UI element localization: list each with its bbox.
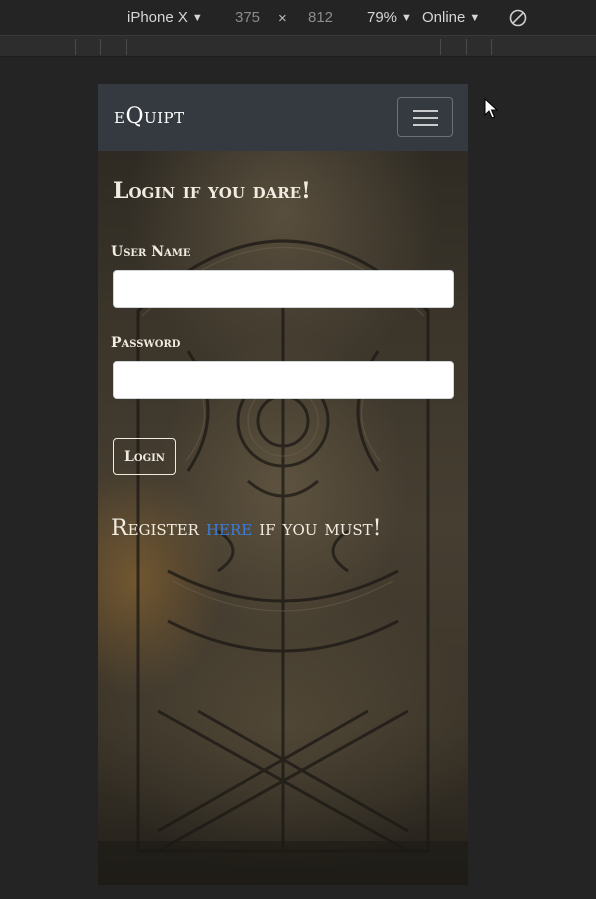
username-label: User Name bbox=[111, 244, 191, 260]
viewport-height-input[interactable]: 812 bbox=[308, 9, 333, 26]
brand-logo[interactable]: eQuipt bbox=[114, 104, 185, 129]
ruler-tick bbox=[75, 39, 76, 55]
zoom-caret-icon: ▼ bbox=[401, 12, 412, 24]
hamburger-line bbox=[413, 117, 438, 119]
network-value: Online bbox=[422, 9, 466, 26]
ruler-tick bbox=[440, 39, 441, 55]
ruler-tick bbox=[466, 39, 467, 55]
devtools-device-toolbar: iPhone X ▼ 375 × 812 79% ▼ Online ▼ bbox=[0, 0, 596, 35]
zoom-value: 79% bbox=[367, 9, 398, 26]
navbar: eQuipt bbox=[98, 84, 468, 151]
device-caret-icon: ▼ bbox=[191, 12, 203, 24]
device-viewport: eQuipt Login if you dare! User Name Pass… bbox=[98, 84, 468, 885]
network-throttle-select[interactable]: Online ▼ bbox=[422, 9, 480, 26]
login-button[interactable]: Login bbox=[113, 438, 176, 475]
rotate-icon[interactable] bbox=[508, 8, 528, 28]
ruler-tick bbox=[100, 39, 101, 55]
device-name: iPhone X bbox=[127, 9, 188, 26]
page-title: Login if you dare! bbox=[113, 178, 311, 204]
mouse-cursor-icon bbox=[484, 98, 498, 119]
register-prefix: Register bbox=[111, 516, 206, 541]
register-prompt: Register here if you must! bbox=[111, 516, 461, 541]
viewport-width-input[interactable]: 375 bbox=[235, 9, 260, 26]
dimension-times: × bbox=[278, 10, 287, 27]
ruler-tick bbox=[126, 39, 127, 55]
register-suffix: if you must! bbox=[252, 516, 382, 541]
password-label: Password bbox=[111, 335, 181, 351]
network-caret-icon: ▼ bbox=[469, 12, 481, 24]
register-link[interactable]: here bbox=[206, 516, 252, 541]
password-input[interactable] bbox=[113, 361, 454, 399]
username-input[interactable] bbox=[113, 270, 454, 308]
menu-toggle-button[interactable] bbox=[397, 97, 453, 137]
hamburger-line bbox=[413, 110, 438, 112]
ruler-tick bbox=[491, 39, 492, 55]
device-select[interactable]: iPhone X ▼ bbox=[127, 9, 203, 26]
media-query-ruler bbox=[0, 35, 596, 57]
hamburger-line bbox=[413, 124, 438, 126]
zoom-select[interactable]: 79% ▼ bbox=[367, 9, 412, 26]
